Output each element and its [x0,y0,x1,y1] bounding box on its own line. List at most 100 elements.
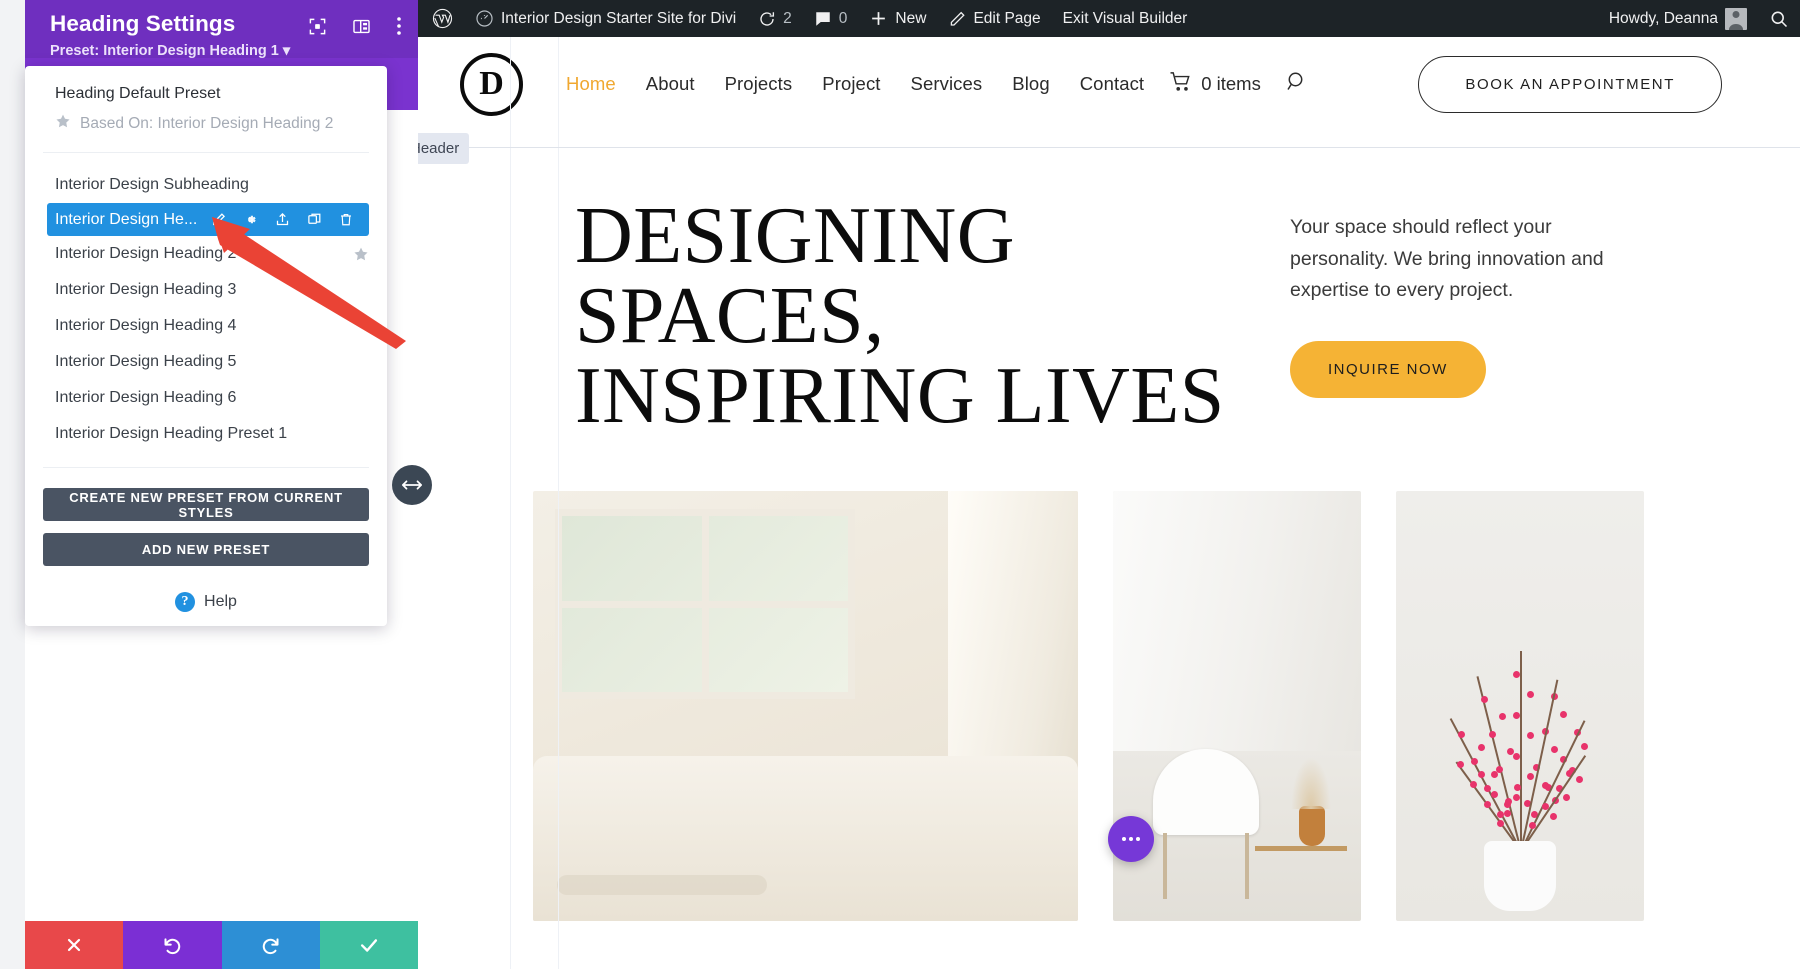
nav-item-contact[interactable]: Contact [1065,73,1159,95]
drape-decor [1113,491,1361,751]
preset-label: Interior Design Heading 5 [55,353,236,371]
comments-count: 0 [839,10,848,28]
layout-columns-icon[interactable] [352,17,371,36]
blossom-decor [1491,791,1498,798]
blossom-decor [1458,731,1465,738]
chevron-down-icon: ▾ [283,43,290,59]
howdy-label: Howdy, Deanna [1609,10,1718,28]
blossom-decor [1527,732,1534,739]
gallery-image-chair[interactable] [1113,491,1361,921]
inquire-now-button[interactable]: INQUIRE NOW [1290,341,1486,398]
blossom-decor [1551,746,1558,753]
preset-item-heading-2[interactable]: Interior Design Heading 2 [25,236,387,272]
blossom-decor [1484,801,1491,808]
settings-gear-icon[interactable] [243,212,258,227]
branch-decor [1520,651,1522,851]
comments-icon [814,10,832,28]
blossom-decor [1527,691,1534,698]
admin-bar-edit-page[interactable]: Edit Page [937,0,1051,37]
nav-item-home[interactable]: Home [551,73,631,95]
export-icon[interactable] [275,212,290,227]
wordpress-logo-icon[interactable] [418,0,464,37]
hero-heading[interactable]: DESIGNING SPACES, INSPIRING LIVES [575,196,1250,436]
pencil-icon [948,10,966,28]
cart-link[interactable]: 0 items [1159,72,1261,97]
hero-right-column: Your space should reflect your personali… [1290,196,1722,436]
blossom-decor [1513,712,1520,719]
divi-settings-panel: Heading Settings Preset: Interior Design… [25,0,418,969]
based-on-row: Based On: Interior Design Heading 2 [55,113,359,134]
nav-item-services[interactable]: Services [896,73,998,95]
nav-item-blog[interactable]: Blog [997,73,1064,95]
duplicate-icon[interactable] [307,212,322,227]
admin-bar-comments[interactable]: 0 [803,0,859,37]
admin-bar-site-name[interactable]: Interior Design Starter Site for Divi [464,0,747,37]
preset-item-heading-5[interactable]: Interior Design Heading 5 [25,344,387,380]
avatar [1725,8,1747,30]
gallery-image-blossoms[interactable] [1396,491,1644,921]
blossom-decor [1489,731,1496,738]
book-appointment-button[interactable]: BOOK AN APPOINTMENT [1418,56,1722,113]
preset-item-heading-preset-1[interactable]: Interior Design Heading Preset 1 [25,416,387,452]
admin-bar-search-icon[interactable] [1758,0,1800,37]
admin-bar-updates[interactable]: 2 [747,0,803,37]
focus-target-icon[interactable] [308,17,327,36]
page-settings-fab[interactable] [1108,816,1154,862]
blossom-decor [1491,771,1498,778]
preset-item-subheading[interactable]: Interior Design Subheading [25,167,387,203]
rename-pencil-icon[interactable] [211,212,226,227]
redo-button[interactable] [222,921,320,969]
preset-item-selected[interactable]: Interior Design He... [47,203,369,236]
hidden-section-label[interactable]: Header [418,133,469,164]
updates-count: 2 [783,10,792,28]
preset-subtitle[interactable]: Preset: Interior Design Heading 1 ▾ [50,43,400,59]
site-name-label: Interior Design Starter Site for Divi [501,10,736,28]
blossom-decor [1513,794,1520,801]
site-logo[interactable]: D [460,53,523,116]
layout-guide [558,37,559,969]
cancel-button[interactable] [25,921,123,969]
preset-item-heading-6[interactable]: Interior Design Heading 6 [25,380,387,416]
white-vase-decor [1484,841,1556,911]
admin-bar-exit-visual-builder[interactable]: Exit Visual Builder [1052,0,1199,37]
side-table-decor [1255,846,1347,851]
preset-item-heading-4[interactable]: Interior Design Heading 4 [25,308,387,344]
blossom-decor [1481,696,1488,703]
admin-bar-account[interactable]: Howdy, Deanna [1598,0,1758,37]
nav-item-projects[interactable]: Projects [710,73,808,95]
panel-resize-handle[interactable] [392,465,432,505]
nav-item-about[interactable]: About [631,73,710,95]
main-navigation: Home About Projects Project Services Blo… [551,70,1418,99]
preset-label: Interior Design Heading 4 [55,317,236,335]
save-button[interactable] [320,921,418,969]
blossom-decor [1513,671,1520,678]
nav-item-project[interactable]: Project [807,73,895,95]
more-vertical-icon[interactable] [396,16,402,36]
preset-label: Interior Design Heading 6 [55,389,236,407]
hero-paragraph: Your space should reflect your personali… [1290,212,1650,307]
blossom-decor [1550,813,1557,820]
create-new-preset-button[interactable]: CREATE NEW PRESET FROM CURRENT STYLES [43,488,369,521]
delete-trash-icon[interactable] [339,212,353,227]
preset-item-heading-3[interactable]: Interior Design Heading 3 [25,272,387,308]
add-new-preset-button[interactable]: ADD NEW PRESET [43,533,369,566]
preset-action-buttons: CREATE NEW PRESET FROM CURRENT STYLES AD… [25,468,387,566]
viewport-left-strip [0,0,25,969]
help-link[interactable]: ? Help [25,578,387,612]
gallery-image-living-room[interactable] [533,491,1078,921]
new-label: New [895,10,926,28]
blossom-decor [1505,798,1512,805]
default-star-icon[interactable] [353,246,369,262]
search-icon[interactable] [1285,70,1309,99]
undo-button[interactable] [123,921,221,969]
preset-label: Interior Design Heading 2 [55,245,236,263]
panel-header-icons [308,16,402,36]
updates-icon [758,10,776,28]
set-default-star-icon[interactable] [370,212,386,228]
blossom-decor [1484,785,1491,792]
admin-bar-new[interactable]: New [858,0,937,37]
help-label: Help [204,593,237,611]
default-preset-block[interactable]: Heading Default Preset Based On: Interio… [25,85,387,134]
blossom-decor [1478,771,1485,778]
site-header: D Home About Projects Project Services B… [418,37,1800,131]
